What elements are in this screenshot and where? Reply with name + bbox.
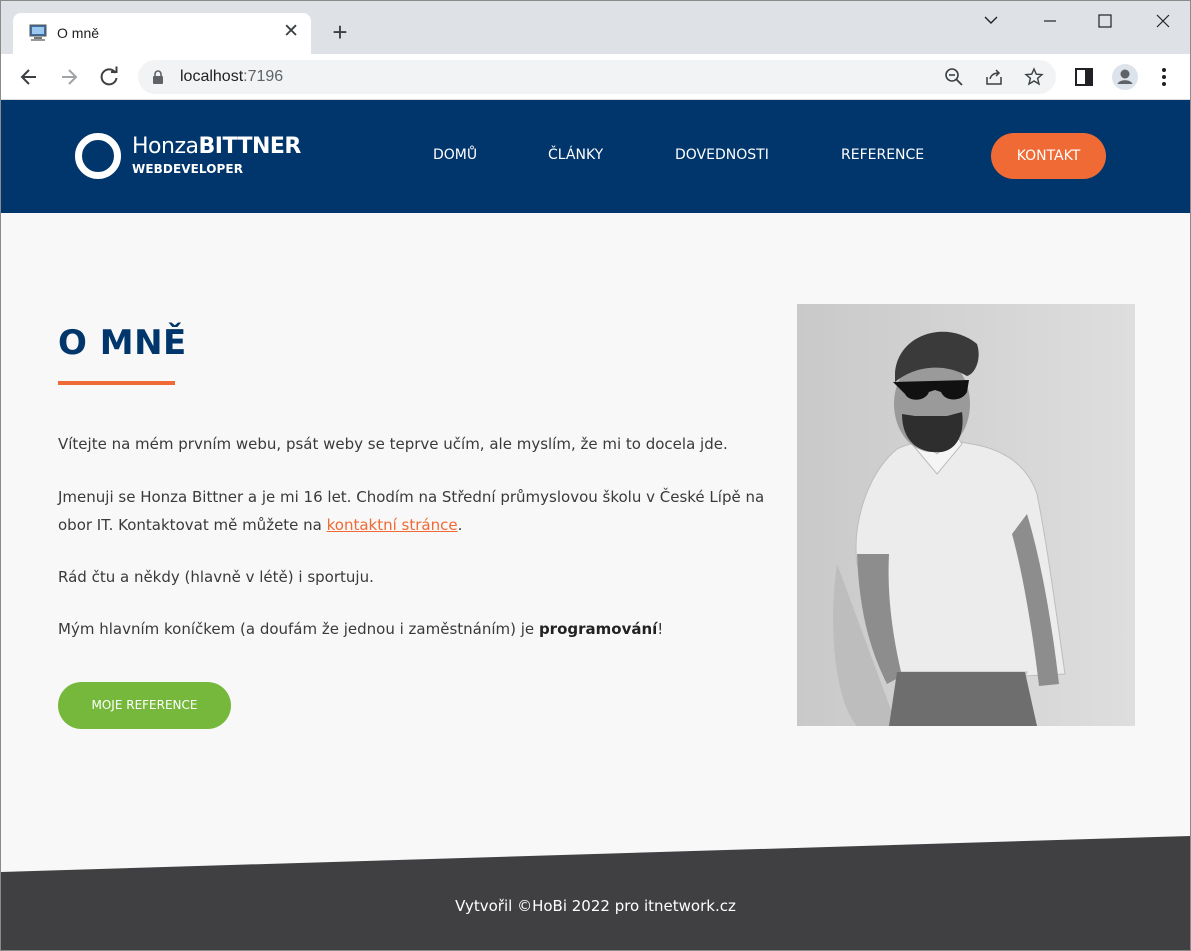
side-panel-icon[interactable]	[1073, 66, 1095, 88]
profile-photo	[797, 304, 1135, 726]
nav-link-articles[interactable]: ČLÁNKY	[548, 147, 603, 163]
man-portrait-image	[797, 304, 1135, 726]
url-text[interactable]: localhost:7196	[180, 68, 283, 86]
nav-link-references[interactable]: REFERENCE	[841, 147, 924, 163]
tab-strip: O mně ✕ +	[1, 1, 1190, 55]
minimize-icon[interactable]	[1028, 7, 1072, 35]
close-icon[interactable]	[1141, 7, 1185, 35]
forward-arrow-icon[interactable]	[55, 63, 83, 91]
browser-window: O mně ✕ + localhost:7196 HonzaBITTNER WE…	[0, 0, 1191, 951]
footer-slanted-background	[1, 836, 1190, 950]
page-viewport: HonzaBITTNER WEBDEVELOPER DOMŮ ČLÁNKY DO…	[1, 100, 1190, 950]
kebab-menu-icon[interactable]	[1153, 66, 1175, 88]
new-tab-button[interactable]: +	[327, 19, 353, 45]
title-underline	[58, 381, 175, 385]
nav-link-skills[interactable]: DOVEDNOSTI	[675, 147, 769, 163]
share-icon[interactable]	[984, 67, 1004, 87]
my-references-button[interactable]: MOJE REFERENCE	[58, 682, 231, 729]
site-header: HonzaBITTNER WEBDEVELOPER DOMŮ ČLÁNKY DO…	[1, 100, 1190, 213]
contact-page-link[interactable]: kontaktní stránce	[327, 516, 458, 534]
hobbies-paragraph: Rád čtu a někdy (hlavně v létě) i sportu…	[58, 568, 374, 586]
tab-close-icon[interactable]: ✕	[283, 22, 299, 42]
tab-title: O mně	[57, 25, 100, 41]
bookmark-star-icon[interactable]	[1024, 67, 1044, 87]
site-footer: Vytvořil ©HoBi 2022 pro itnetwork.cz	[1, 836, 1190, 950]
programming-paragraph: Mým hlavním koníčkem (a doufám že jednou…	[58, 620, 664, 638]
address-bar[interactable]: localhost:7196	[138, 60, 1056, 94]
maximize-icon[interactable]	[1083, 7, 1127, 35]
footer-credits: Vytvořil ©HoBi 2022 pro itnetwork.cz	[455, 897, 736, 915]
nav-contact-button[interactable]: KONTAKT	[991, 133, 1106, 179]
main-nav: DOMŮ ČLÁNKY DOVEDNOSTI REFERENCE KONTAKT	[1, 100, 1190, 213]
intro-paragraph: Vítejte na mém prvním webu, psát weby se…	[58, 435, 728, 453]
bio-paragraph: Jmenuji se Honza Bittner a je mi 16 let.…	[58, 488, 765, 534]
profile-avatar-icon[interactable]	[1111, 63, 1139, 91]
computer-icon	[29, 24, 47, 41]
page-title: O MNĚ	[58, 323, 187, 363]
back-arrow-icon[interactable]	[15, 63, 43, 91]
nav-link-home[interactable]: DOMŮ	[433, 147, 477, 163]
chevron-down-icon[interactable]	[969, 7, 1013, 35]
tab-active[interactable]: O mně ✕	[13, 13, 311, 55]
browser-toolbar: localhost:7196	[1, 54, 1190, 100]
reload-icon[interactable]	[95, 63, 123, 91]
lock-icon[interactable]	[152, 70, 164, 84]
zoom-out-icon[interactable]	[944, 67, 964, 87]
